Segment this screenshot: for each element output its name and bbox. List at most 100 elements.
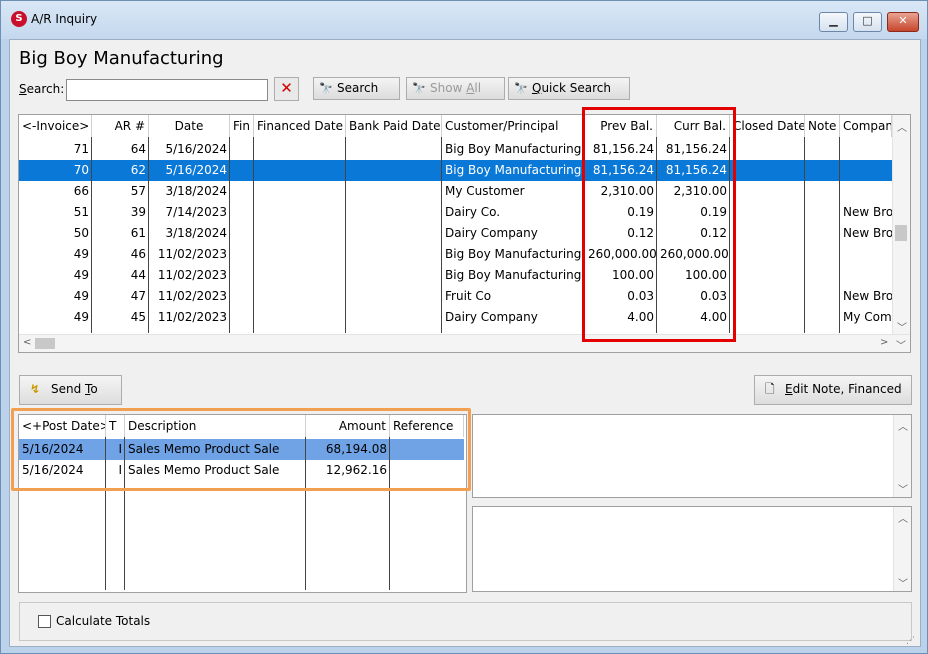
invoice-grid[interactable]: <-Invoice> AR # Date Fin Financed Date Bank P… [18,114,911,353]
invoice-cell-date: 7/14/2023 [165,205,227,219]
invoice-cell-company: New Brok [843,289,892,303]
invoice-horizontal-scrollbar[interactable]: < > ﹀ [19,334,910,352]
invoice-cell-date: 3/18/2024 [165,226,227,240]
edit-note-financed-button[interactable]: 🗋 Edit Note, Financed [754,375,912,405]
minimize-button[interactable]: ▁ [819,12,848,32]
invoice-row[interactable]: 66 57 3/18/2024 My Customer 2,310.00 2,310.00 [19,181,892,202]
invoice-cell-company: New Brok [843,205,892,219]
invoice-cell-invoice: 49 [73,310,89,324]
quick-search-button[interactable]: 🔭 Quick Search [508,77,630,100]
resize-grip-icon[interactable]: ⋰ [906,636,915,646]
invoice-cell-customer: Big Boy Manufacturing [445,163,582,177]
invoice-row[interactable]: 51397/14/2023Dairy Co.0.190.19New Brok [19,202,892,223]
search-button[interactable]: 🔭 Search [313,77,400,100]
scroll-up-icon[interactable]: ︿ [898,510,908,525]
invoice-cell-invoice: 49 [73,289,89,303]
invoice-header-9[interactable]: Closed Date [730,115,805,137]
scroll-thumb[interactable] [895,225,907,241]
invoice-cell-company [840,244,892,265]
invoice-column-divider [229,137,230,333]
note-scrollbar[interactable]: ︿ ﹀ [893,415,911,497]
invoice-cell-ar: 45 [130,310,146,324]
invoice-cell-date: 5/16/2024 [165,142,227,156]
invoice-header-4[interactable]: Financed Date [254,115,346,137]
invoice-cell-invoice: 70 [73,163,89,177]
client-area: Big Boy Manufacturing Search: ✕ 🔭 Search … [9,39,921,647]
binoculars-disabled-icon: 🔭 [412,82,426,95]
invoice-column-divider [253,137,254,333]
totals-panel: Calculate Totals [19,602,912,641]
invoice-cell-ar: 39 [130,205,146,219]
invoice-header-0[interactable]: <-Invoice> [19,115,92,137]
invoice-cell-ar: 57 [130,184,146,198]
invoice-row[interactable]: 494711/02/2023Fruit Co0.030.03New Brok [19,286,892,307]
invoice-cell-customer: Dairy Company [445,226,538,240]
scroll-down-icon[interactable]: ﹀ [898,575,908,590]
calculate-totals-checkbox[interactable] [38,615,51,628]
invoice-header-1[interactable]: AR # [92,115,149,137]
invoice-header-6[interactable]: Customer/Principal [442,115,585,137]
invoice-cell-date: 11/02/2023 [157,289,227,303]
invoice-column-divider [839,137,840,333]
invoice-header-10[interactable]: Note [805,115,840,137]
send-to-button[interactable]: ↯ Send To [19,375,122,405]
ar-inquiry-window: S A/R Inquiry ▁ □ ✕ Big Boy Manufacturin… [0,0,928,654]
invoice-row[interactable]: 50 61 3/18/2024 Dairy Company 0.12 0.12 New Br… [19,223,892,244]
scroll-down-small-icon[interactable]: ﹀ [896,337,906,352]
invoice-row[interactable]: 49 44 11/02/2023 Big Boy Manufacturing 100.0… [19,265,892,286]
scroll-right-icon[interactable]: > [880,337,888,348]
invoice-column-divider [91,137,92,333]
invoice-cell-invoice: 51 [73,205,89,219]
send-arrow-icon: ↯ [30,382,41,396]
invoice-column-divider [148,137,149,333]
search-input[interactable] [66,79,268,101]
scroll-up-icon[interactable]: ︿ [898,418,908,433]
invoice-header-3[interactable]: Fin [230,115,254,137]
close-button[interactable]: ✕ [887,12,919,32]
invoice-cell-company [840,160,892,181]
invoice-cell-company: My Comp [843,310,892,324]
invoice-column-divider [441,137,442,333]
clear-search-button[interactable]: ✕ [274,77,299,101]
invoice-cell-invoice: 50 [73,226,89,240]
window-title: A/R Inquiry [31,12,98,26]
invoice-vertical-scrollbar[interactable]: ︿ ﹀ [892,115,910,334]
invoice-cell-company [840,139,892,160]
hscroll-thumb[interactable] [35,338,55,349]
invoice-header-11[interactable]: Company [840,115,892,137]
invoice-cell-date: 5/16/2024 [165,163,227,177]
app-logo-icon: S [11,11,27,27]
invoice-column-divider [345,137,346,333]
company-name: Big Boy Manufacturing [19,48,224,69]
invoice-row[interactable]: 49 46 11/02/2023 Big Boy Manufacturing 260,0… [19,244,892,265]
invoice-cell-company: New Brok [843,226,892,240]
scroll-down-icon[interactable]: ﹀ [898,481,908,496]
invoice-cell-ar: 47 [130,289,146,303]
invoice-row[interactable]: 70 62 5/16/2024 Big Boy Manufacturing 81,156… [19,160,892,181]
invoice-cell-invoice: 49 [73,268,89,282]
invoice-cell-ar: 62 [130,163,146,177]
invoice-cell-customer: Big Boy Manufacturing [445,247,582,261]
document-icon: 🗋 [765,382,775,396]
invoice-column-divider [804,137,805,333]
show-all-button[interactable]: 🔭 Show All [406,77,505,100]
scroll-down-icon[interactable]: ﹀ [897,319,907,334]
invoice-header-2[interactable]: Date [149,115,230,137]
invoice-cell-customer: Fruit Co [445,289,492,303]
invoice-cell-ar: 46 [130,247,146,261]
binoculars-icon: 🔭 [319,82,333,95]
note-textbox[interactable]: ︿ ﹀ [472,414,912,498]
financed-scrollbar[interactable]: ︿ ﹀ [893,507,911,591]
search-label: Search: [19,82,65,96]
invoice-cell-date: 11/02/2023 [157,247,227,261]
invoice-row[interactable]: 49 45 11/02/2023 Dairy Company 4.00 4.00 My Co… [19,307,892,328]
invoice-header-5[interactable]: Bank Paid Date [346,115,442,137]
invoice-cell-customer: Dairy Company [445,310,538,324]
maximize-button[interactable]: □ [853,12,882,32]
invoice-row[interactable]: 71 64 5/16/2024 Big Boy Manufacturing 81,156… [19,139,892,160]
financed-textbox[interactable]: ︿ ﹀ [472,506,912,592]
invoice-cell-ar: 44 [130,268,146,282]
scroll-up-icon[interactable]: ︿ [897,119,907,134]
invoice-cell-date: 11/02/2023 [157,310,227,324]
scroll-left-icon[interactable]: < [23,337,31,348]
